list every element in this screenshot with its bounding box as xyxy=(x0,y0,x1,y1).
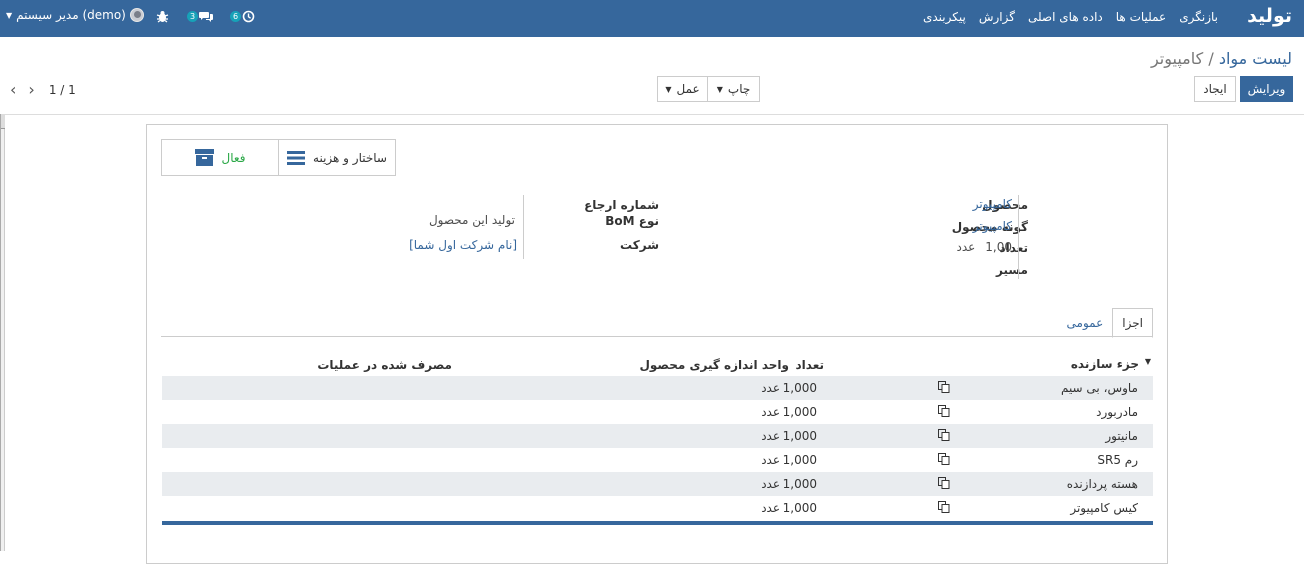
copy-icon[interactable] xyxy=(938,477,950,489)
activity-count-badge: 6 xyxy=(230,10,242,22)
menu-item-master-data[interactable]: داده های اصلی xyxy=(1028,10,1103,24)
table-row[interactable]: رم SR5 1,000 عدد xyxy=(162,448,1153,472)
variant-value[interactable]: کامپیوتر xyxy=(973,219,1012,233)
divider xyxy=(1018,195,1019,279)
route-label: مسیر xyxy=(995,263,1028,277)
quantity-value: 1,00 xyxy=(985,240,1012,254)
user-menu[interactable]: ▼ مدیر سیستم (demo) xyxy=(6,8,144,22)
archive-icon xyxy=(194,149,214,166)
chat-icon[interactable]: 3 xyxy=(187,7,214,25)
list-icon xyxy=(287,150,306,165)
active-label: فعال xyxy=(221,150,246,165)
component-uom: عدد xyxy=(761,405,780,419)
product-value[interactable]: کامپیوتر xyxy=(973,197,1012,211)
table-row[interactable]: مانیتور 1,000 عدد xyxy=(162,424,1153,448)
component-qty: 1,000 xyxy=(782,405,817,419)
quantity-uom: عدد xyxy=(956,240,976,254)
menu-item-reporting[interactable]: گزارش xyxy=(979,10,1015,24)
print-label: چاپ xyxy=(727,82,751,96)
menu-item-operations[interactable]: عملیات ها xyxy=(1116,10,1166,24)
divider xyxy=(0,114,1304,115)
caret-down-icon: ▼ xyxy=(716,84,723,94)
caret-down-icon: ▼ xyxy=(6,10,13,20)
component-uom: عدد xyxy=(761,477,780,491)
component-qty: 1,000 xyxy=(782,477,817,491)
component-qty: 1,000 xyxy=(782,453,817,467)
column-header-quantity[interactable]: تعداد xyxy=(796,358,824,372)
copy-icon[interactable] xyxy=(938,501,950,513)
copy-icon[interactable] xyxy=(938,381,950,393)
menu-item-configuration[interactable]: پیکربندی xyxy=(923,10,966,24)
bom-type-label: نوع BoM xyxy=(605,214,659,228)
tab-components[interactable]: اجزا xyxy=(1112,308,1153,338)
breadcrumb-separator: / xyxy=(1208,49,1214,68)
component-uom: عدد xyxy=(761,501,780,515)
debug-icon[interactable] xyxy=(156,7,169,25)
pager: ‹ › 1 / 1 xyxy=(10,80,76,99)
company-label: شرکت xyxy=(620,238,659,252)
active-toggle-button[interactable]: فعال xyxy=(162,140,278,175)
create-button[interactable]: ایجاد xyxy=(1194,76,1236,102)
table-row[interactable]: ماوس، بی سیم 1,000 عدد xyxy=(162,376,1153,400)
table-row[interactable]: کیس کامپیوتر 1,000 عدد xyxy=(162,496,1153,520)
copy-icon[interactable] xyxy=(938,453,950,465)
component-name: ماوس، بی سیم xyxy=(1060,381,1138,395)
copy-icon[interactable] xyxy=(938,429,950,441)
smart-button-box: ساختار و هزینه فعال xyxy=(161,139,396,176)
caret-down-icon: ▼ xyxy=(665,84,672,94)
component-name: هسته پردازنده xyxy=(1066,477,1138,491)
component-name: کیس کامپیوتر xyxy=(1070,501,1138,515)
breadcrumb-parent-link[interactable]: لیست مواد xyxy=(1219,49,1292,68)
structure-cost-label: ساختار و هزینه xyxy=(313,150,387,165)
app-brand[interactable]: تولید xyxy=(1247,5,1292,27)
tab-general[interactable]: عمومی xyxy=(1058,308,1113,338)
table-row[interactable]: هسته پردازنده 1,000 عدد xyxy=(162,472,1153,496)
bom-type-value: تولید این محصول xyxy=(428,213,515,227)
component-qty: 1,000 xyxy=(782,381,817,395)
quantity-field: 1,00 عدد xyxy=(956,240,1012,254)
table-footer-bar xyxy=(162,521,1153,525)
edit-button[interactable]: ویرایش xyxy=(1240,76,1293,102)
print-dropdown[interactable]: ▼ چاپ xyxy=(707,76,760,102)
table-row[interactable]: مادربورد 1,000 عدد xyxy=(162,400,1153,424)
sort-caret-icon: ▼ xyxy=(1144,357,1151,366)
top-navbar: تولید بازنگری عملیات ها داده های اصلی گز… xyxy=(0,0,1304,37)
component-qty: 1,000 xyxy=(782,429,817,443)
component-uom: عدد xyxy=(761,453,780,467)
structure-cost-button[interactable]: ساختار و هزینه xyxy=(278,140,395,175)
user-name: مدیر سیستم (demo) xyxy=(16,8,126,22)
breadcrumb-current: کامپیوتر xyxy=(1150,49,1204,68)
activity-icon[interactable]: 6 xyxy=(230,7,255,25)
scrollbar[interactable] xyxy=(0,114,5,551)
action-dropdown[interactable]: ▼ عمل xyxy=(657,76,708,102)
chat-count-badge: 3 xyxy=(187,10,199,22)
chevron-left-icon[interactable]: ‹ xyxy=(10,80,16,99)
form-sheet: ساختار و هزینه فعال محصول گونه محصول تعد… xyxy=(146,124,1168,564)
column-header-component[interactable]: جزء سازنده xyxy=(1071,357,1139,371)
component-uom: عدد xyxy=(761,429,780,443)
breadcrumb: لیست مواد / کامپیوتر xyxy=(1151,49,1292,68)
column-header-consumed[interactable]: مصرف شده در عملیات xyxy=(317,358,452,372)
component-qty: 1,000 xyxy=(782,501,817,515)
action-label: عمل xyxy=(676,82,700,96)
component-name: مادربورد xyxy=(1096,405,1138,419)
chevron-right-icon[interactable]: › xyxy=(28,80,34,99)
company-value[interactable]: [نام شرکت اول شما] xyxy=(409,238,517,252)
column-header-uom[interactable]: واحد اندازه گیری محصول xyxy=(639,358,789,372)
avatar xyxy=(129,8,144,22)
reference-label: شماره ارجاع xyxy=(584,198,659,212)
divider xyxy=(523,195,524,259)
copy-icon[interactable] xyxy=(938,405,950,417)
component-name: رم SR5 xyxy=(1097,453,1138,467)
divider xyxy=(161,336,1153,337)
menu-item-review[interactable]: بازنگری xyxy=(1179,10,1218,24)
component-name: مانیتور xyxy=(1105,429,1138,443)
main-menu: بازنگری عملیات ها داده های اصلی گزارش پی… xyxy=(923,10,1218,24)
component-uom: عدد xyxy=(761,381,780,395)
pager-value[interactable]: 1 / 1 xyxy=(49,83,76,97)
notebook-tabs: اجزا عمومی xyxy=(1058,308,1153,338)
